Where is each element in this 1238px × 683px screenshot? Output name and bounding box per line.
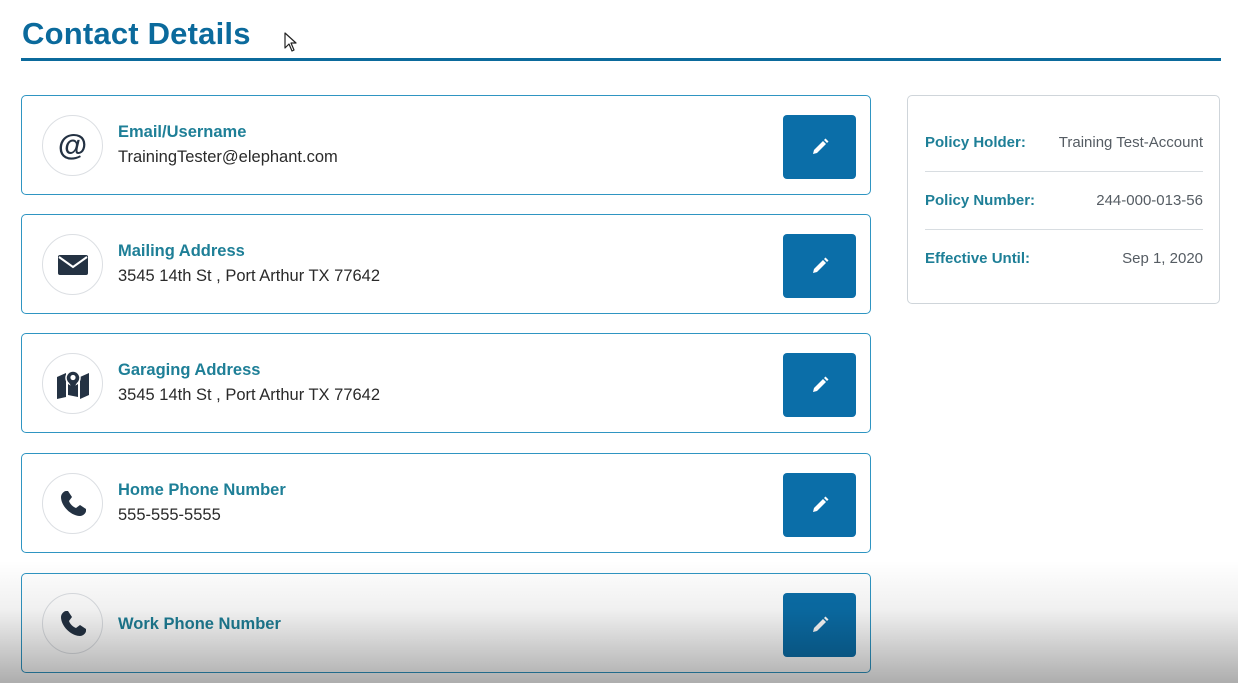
contact-card-email: @ Email/Username TrainingTester@elephant… [21,95,871,195]
edit-email-button[interactable] [783,115,856,179]
contact-card-garaging-address: Garaging Address 3545 14th St , Port Art… [21,333,871,433]
phone-icon [42,593,103,654]
policy-number-row: Policy Number: 244-000-013-56 [925,171,1203,229]
effective-until-value: Sep 1, 2020 [1122,249,1203,267]
contact-card-work-phone: Work Phone Number [21,573,871,673]
at-sign-icon: @ [42,115,103,176]
pencil-icon [812,616,828,632]
policy-holder-label: Policy Holder: [925,133,1026,151]
contact-value: 3545 14th St , Port Arthur TX 77642 [118,386,381,404]
contact-value: 3545 14th St , Port Arthur TX 77642 [118,267,381,285]
contact-label: Mailing Address [118,242,245,260]
policy-info-panel: Policy Holder: Training Test-Account Pol… [907,95,1220,304]
contact-card-home-phone: Home Phone Number 555-555-5555 [21,453,871,553]
pencil-icon [812,257,828,273]
contact-label: Email/Username [118,123,247,141]
contact-label: Work Phone Number [118,615,281,633]
pencil-icon [812,496,828,512]
policy-holder-value: Training Test-Account [1058,133,1203,151]
edit-work-phone-button[interactable] [783,593,856,657]
contact-value: TrainingTester@elephant.com [118,148,338,166]
title-divider [21,58,1221,61]
page-title: Contact Details [22,16,251,51]
policy-number-value: 244-000-013-56 [1096,191,1203,209]
effective-until-label: Effective Until: [925,249,1031,267]
edit-mailing-address-button[interactable] [783,234,856,298]
contact-card-mailing-address: Mailing Address 3545 14th St , Port Arth… [21,214,871,314]
map-pin-icon [42,353,103,414]
contact-label: Garaging Address [118,361,261,379]
pencil-icon [812,376,828,392]
phone-icon [42,473,103,534]
contact-label: Home Phone Number [118,481,286,499]
effective-until-row: Effective Until: Sep 1, 2020 [925,229,1203,287]
edit-garaging-address-button[interactable] [783,353,856,417]
policy-number-label: Policy Number: [925,191,1036,209]
pencil-icon [812,138,828,154]
policy-holder-row: Policy Holder: Training Test-Account [925,113,1203,171]
envelope-icon [42,234,103,295]
contact-value: 555-555-5555 [118,506,221,524]
edit-home-phone-button[interactable] [783,473,856,537]
mouse-cursor-icon [284,32,297,52]
